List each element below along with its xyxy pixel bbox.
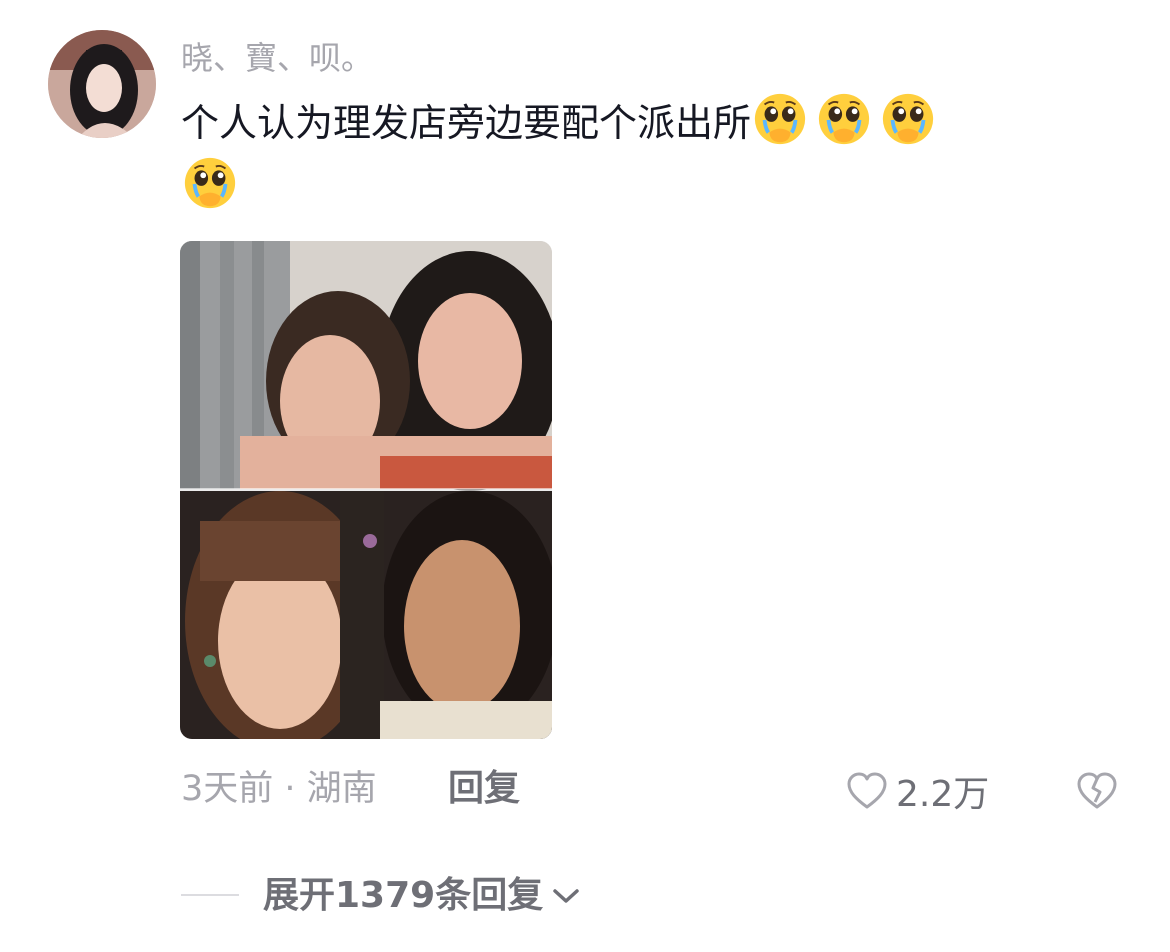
like-button[interactable]: 2.2万 [846,766,989,816]
crying-face-emoji-icon [754,93,806,145]
comment-text: 个人认为理发店旁边要配个派出所 [181,101,752,145]
comment-text-block: 个人认为理发店旁边要配个派出所 [181,90,1111,218]
expand-replies-button[interactable]: 展开1379条回复 [263,873,581,919]
username[interactable]: 晓、寶、呗。 [181,36,373,80]
chevron-down-icon [553,889,579,903]
crying-face-emoji-icon [882,93,934,145]
reply-button[interactable]: 回复 [448,766,520,812]
crying-face-emoji-icon [184,157,236,209]
broken-heart-icon[interactable] [1076,770,1118,812]
like-count: 2.2万 [896,774,990,815]
expand-replies-label: 展开1379条回复 [263,875,544,916]
comment-time-location: 3天前 · 湖南 [181,769,377,809]
crying-face-emoji-icon [818,93,870,145]
expand-divider [181,894,239,896]
comment-image[interactable] [180,241,552,739]
avatar[interactable] [48,30,156,138]
comment-item: 晓、寶、呗。 个人认为理发店旁边要配个派出所 3天前 · 湖南 回复 2.2万 … [0,0,1170,952]
heart-icon [847,772,887,809]
